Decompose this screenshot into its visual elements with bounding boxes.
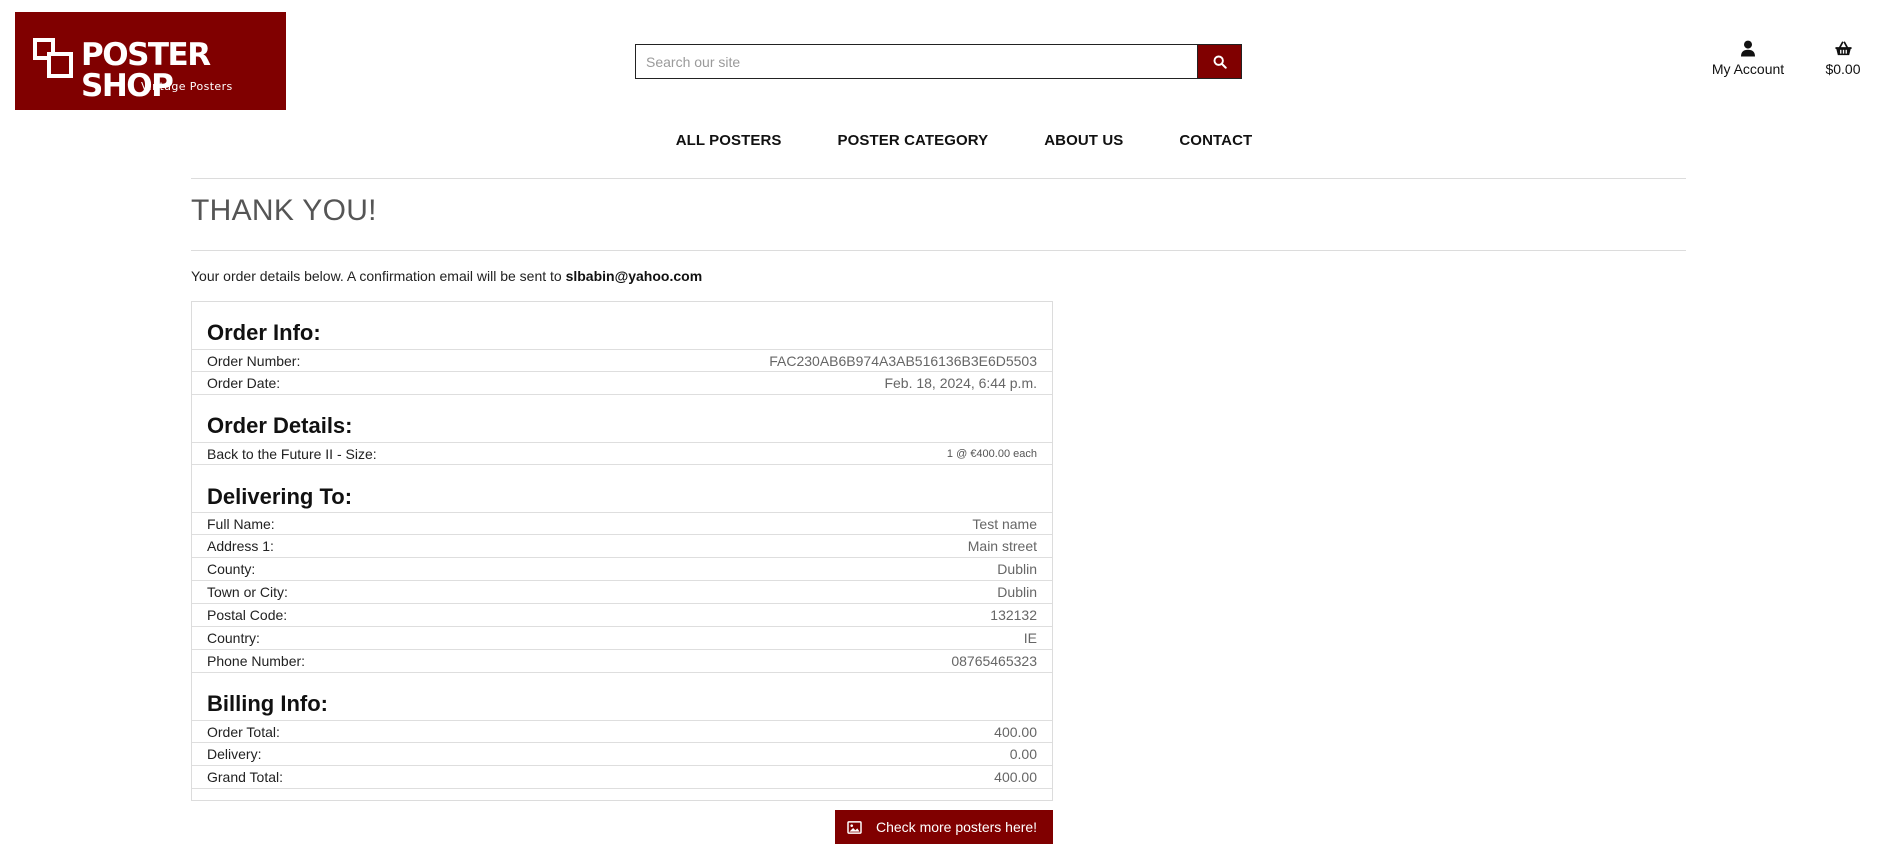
logo-squares-icon bbox=[33, 38, 75, 78]
search-button[interactable] bbox=[1197, 44, 1242, 79]
row-label: Order Date: bbox=[207, 375, 281, 391]
confirmation-text: Your order details below. A confirmation… bbox=[191, 268, 702, 284]
row-label: Postal Code: bbox=[207, 607, 288, 623]
order-summary-card: Order Info: Order Number: FAC230AB6B974A… bbox=[191, 301, 1053, 801]
row-label: Order Total: bbox=[207, 723, 280, 740]
billing-info-title: Billing Info: bbox=[207, 691, 328, 716]
order-date-row: Order Date: Feb. 18, 2024, 6:44 p.m. bbox=[192, 372, 1052, 395]
nav-poster-category[interactable]: POSTER CATEGORY bbox=[838, 132, 989, 149]
town-row: Town or City: Dublin bbox=[192, 581, 1052, 604]
search-form bbox=[635, 44, 1242, 79]
delivery-row: Delivery: 0.00 bbox=[192, 743, 1052, 766]
order-total-row: Order Total: 400.00 bbox=[192, 720, 1052, 743]
confirmation-intro: Your order details below. A confirmation… bbox=[191, 268, 566, 284]
row-label: Address 1: bbox=[207, 538, 274, 554]
row-label: Delivery: bbox=[207, 746, 262, 762]
my-account-label: My Account bbox=[1711, 61, 1785, 77]
row-value: Main street bbox=[967, 538, 1037, 554]
check-more-posters-button[interactable]: Check more posters here! bbox=[835, 810, 1053, 844]
country-row: Country: IE bbox=[192, 627, 1052, 650]
postal-code-row: Postal Code: 132132 bbox=[192, 604, 1052, 627]
nav-all-posters[interactable]: ALL POSTERS bbox=[676, 132, 782, 149]
delivering-to-title: Delivering To: bbox=[207, 484, 353, 509]
phone-row: Phone Number: 08765465323 bbox=[192, 650, 1052, 673]
site-logo[interactable]: POSTER SHOP Vintage Posters bbox=[15, 12, 286, 110]
order-info-title: Order Info: bbox=[207, 320, 321, 345]
order-number-row: Order Number: FAC230AB6B974A3AB516136B3E… bbox=[192, 349, 1052, 372]
row-value: 400.00 bbox=[994, 769, 1037, 785]
order-number-value: FAC230AB6B974A3AB516136B3E6D5503 bbox=[769, 352, 1037, 369]
full-name-row: Full Name: Test name bbox=[192, 512, 1052, 535]
cart-total: $0.00 bbox=[1825, 61, 1861, 77]
nav-contact[interactable]: CONTACT bbox=[1179, 132, 1252, 149]
row-value: 08765465323 bbox=[951, 653, 1037, 669]
my-account-link[interactable]: My Account bbox=[1705, 40, 1791, 77]
item-quantity-price: 1 @ €400.00 each bbox=[946, 447, 1037, 460]
cta-label: Check more posters here! bbox=[876, 819, 1038, 835]
row-label: Full Name: bbox=[207, 515, 275, 532]
row-label: Country: bbox=[207, 630, 260, 646]
divider bbox=[191, 178, 1686, 179]
grand-total-row: Grand Total: 400.00 bbox=[192, 766, 1052, 789]
order-item-row: Back to the Future II - Size: 1 @ €400.0… bbox=[192, 442, 1052, 465]
cart-link[interactable]: $0.00 bbox=[1818, 40, 1868, 77]
user-icon bbox=[1741, 40, 1755, 57]
row-value: Test name bbox=[972, 515, 1037, 532]
row-label: Grand Total: bbox=[207, 769, 284, 785]
divider bbox=[191, 250, 1686, 251]
row-label: County: bbox=[207, 561, 256, 577]
row-label: Phone Number: bbox=[207, 653, 306, 669]
order-date-value: Feb. 18, 2024, 6:44 p.m. bbox=[884, 375, 1037, 391]
nav-about-us[interactable]: ABOUT US bbox=[1044, 132, 1123, 149]
item-name: Back to the Future II - Size: bbox=[207, 445, 377, 462]
row-label: Town or City: bbox=[207, 584, 288, 600]
row-value: 0.00 bbox=[1009, 746, 1037, 762]
row-value: Dublin bbox=[997, 584, 1037, 600]
search-input[interactable] bbox=[635, 44, 1197, 79]
basket-icon bbox=[1834, 41, 1852, 56]
order-details-title: Order Details: bbox=[207, 413, 353, 438]
row-label: Order Number: bbox=[207, 352, 301, 369]
row-value: Dublin bbox=[997, 561, 1037, 577]
page-title: THANK YOU! bbox=[191, 194, 377, 227]
image-icon bbox=[847, 820, 862, 834]
main-nav: ALL POSTERS POSTER CATEGORY ABOUT US CON… bbox=[0, 132, 1880, 149]
logo-tagline: Vintage Posters bbox=[141, 80, 233, 93]
row-value: IE bbox=[1023, 630, 1037, 646]
confirmation-email: slbabin@yahoo.com bbox=[565, 268, 703, 284]
row-value: 400.00 bbox=[994, 723, 1037, 740]
row-value: 132132 bbox=[990, 607, 1037, 623]
address-row: Address 1: Main street bbox=[192, 535, 1052, 558]
county-row: County: Dublin bbox=[192, 558, 1052, 581]
search-icon bbox=[1213, 55, 1227, 69]
